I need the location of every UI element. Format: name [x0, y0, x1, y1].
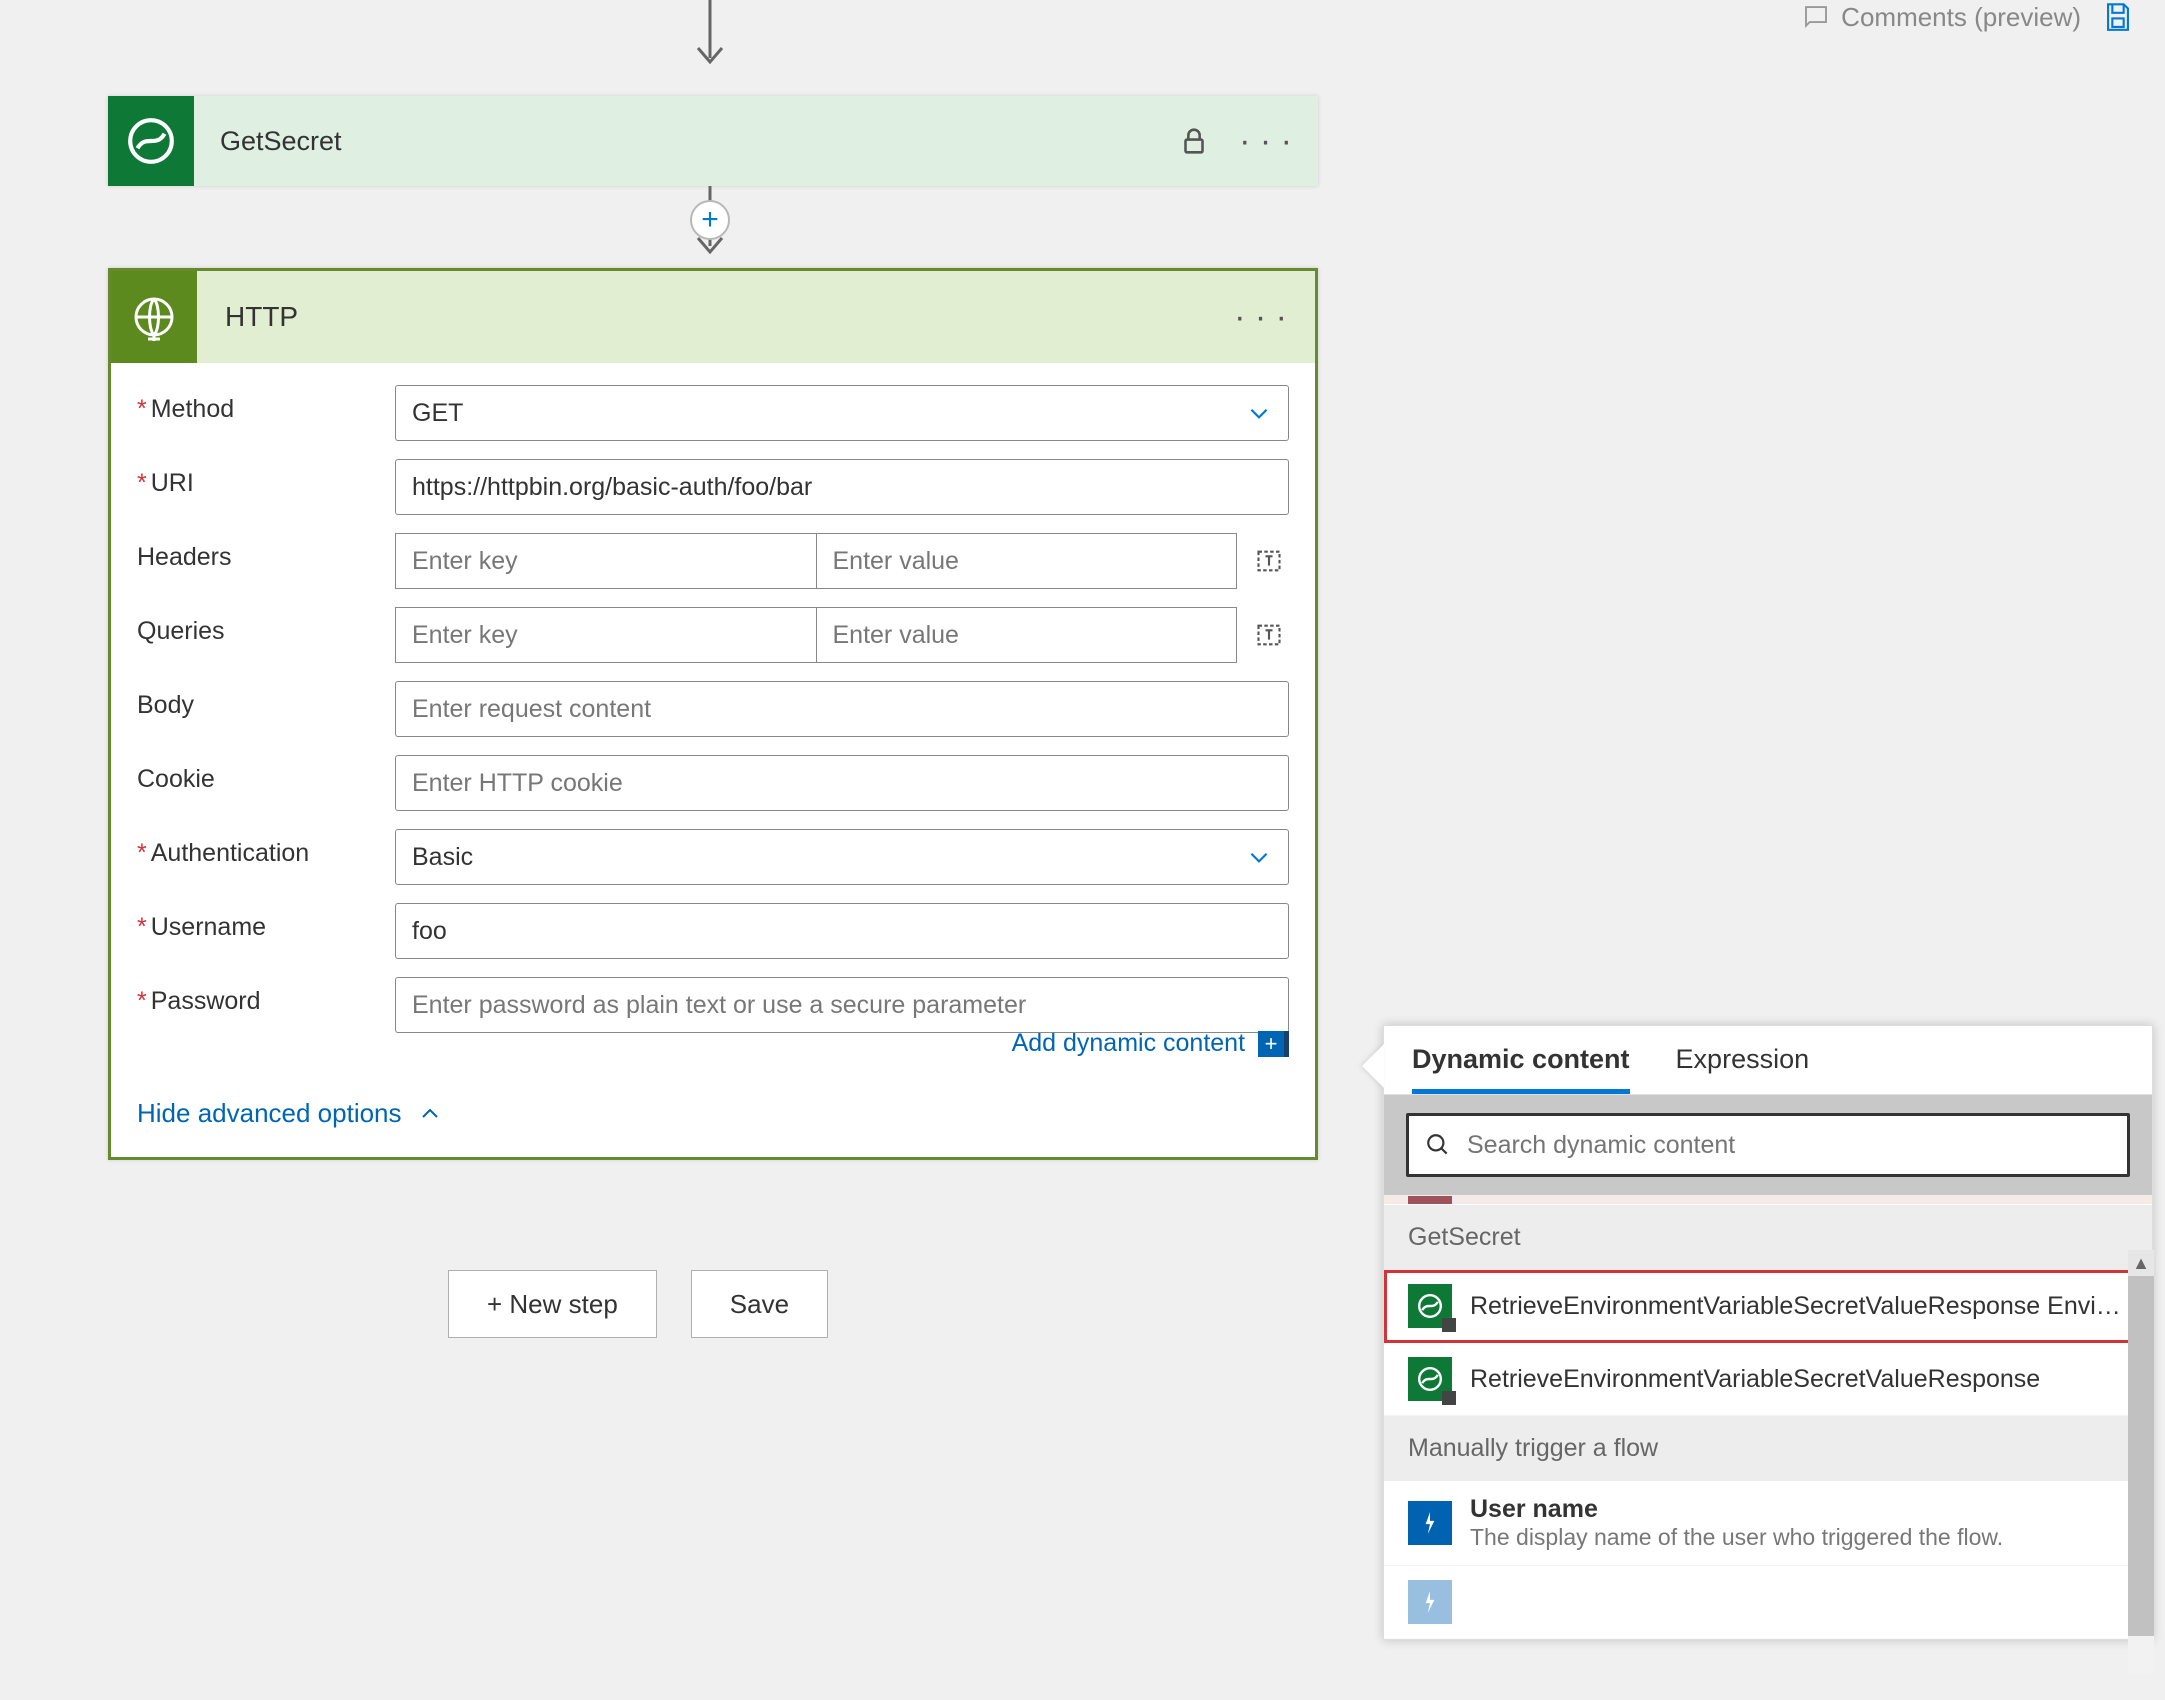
- flow-arrow-icon: [695, 0, 725, 80]
- body-input[interactable]: Enter request content: [395, 681, 1289, 737]
- username-input[interactable]: foo: [395, 903, 1289, 959]
- uri-input[interactable]: https://httpbin.org/basic-auth/foo/bar: [395, 459, 1289, 515]
- lock-icon: [1177, 124, 1211, 158]
- add-dynamic-plus-icon[interactable]: +: [1258, 1031, 1289, 1057]
- authentication-label: *Authentication: [137, 829, 385, 868]
- panel-pointer-icon: [1362, 1044, 1384, 1088]
- dynamic-item-retrieve-secret[interactable]: RetrieveEnvironmentVariableSecretValueRe…: [1384, 1343, 2152, 1416]
- queries-mode-toggle[interactable]: [1249, 615, 1289, 655]
- panel-scrollbar[interactable]: ▲: [2128, 1250, 2154, 1700]
- dynamic-content-panel: Dynamic content Expression GetSecret Ret…: [1383, 1025, 2153, 1640]
- flow-trigger-icon: [1408, 1580, 1452, 1624]
- section-header: Manually trigger a flow: [1384, 1416, 2152, 1481]
- headers-mode-toggle[interactable]: [1249, 541, 1289, 581]
- chevron-down-icon: [1246, 844, 1272, 870]
- uri-label: *URI: [137, 459, 385, 498]
- add-dynamic-content-link[interactable]: Add dynamic content: [1012, 1029, 1245, 1057]
- globe-icon: [111, 271, 197, 363]
- queries-value-input[interactable]: Enter value: [816, 607, 1238, 663]
- text-mode-icon: [1255, 547, 1283, 575]
- queries-label: Queries: [137, 607, 385, 646]
- headers-label: Headers: [137, 533, 385, 572]
- tab-expression[interactable]: Expression: [1676, 1044, 1810, 1094]
- new-step-button[interactable]: + New step: [448, 1270, 657, 1338]
- cookie-input[interactable]: Enter HTTP cookie: [395, 755, 1289, 811]
- card-title: GetSecret: [220, 126, 342, 157]
- dynamic-item-partial[interactable]: [1384, 1566, 2152, 1639]
- dataverse-icon: [108, 96, 194, 186]
- dataverse-icon: [1408, 1357, 1452, 1401]
- section-header: GetSecret: [1384, 1205, 2152, 1270]
- chevron-up-icon: [418, 1102, 442, 1126]
- headers-key-input[interactable]: Enter key: [395, 533, 816, 589]
- card-title: HTTP: [225, 301, 298, 333]
- queries-key-input[interactable]: Enter key: [395, 607, 816, 663]
- more-icon[interactable]: · · ·: [1239, 122, 1292, 161]
- method-select[interactable]: GET: [395, 385, 1289, 441]
- headers-value-input[interactable]: Enter value: [816, 533, 1238, 589]
- search-icon: [1425, 1132, 1451, 1158]
- body-label: Body: [137, 681, 385, 720]
- hide-advanced-toggle[interactable]: Hide advanced options: [137, 1088, 1289, 1129]
- dynamic-search-input[interactable]: [1406, 1113, 2130, 1177]
- dynamic-item-retrieve-secret-envi[interactable]: RetrieveEnvironmentVariableSecretValueRe…: [1384, 1270, 2152, 1343]
- http-card-header[interactable]: HTTP · · ·: [111, 271, 1315, 363]
- method-label: *Method: [137, 385, 385, 424]
- save-button[interactable]: Save: [691, 1270, 828, 1338]
- more-icon[interactable]: · · ·: [1234, 298, 1287, 337]
- dynamic-item-user-name[interactable]: User name The display name of the user w…: [1384, 1481, 2152, 1566]
- scroll-up-icon[interactable]: ▲: [2128, 1250, 2154, 1276]
- password-input[interactable]: Enter password as plain text or use a se…: [395, 977, 1289, 1033]
- dataverse-icon: [1408, 1284, 1452, 1328]
- flow-trigger-icon: [1408, 1501, 1452, 1545]
- username-label: *Username: [137, 903, 385, 942]
- tab-dynamic-content[interactable]: Dynamic content: [1412, 1044, 1630, 1094]
- authentication-select[interactable]: Basic: [395, 829, 1289, 885]
- add-step-button[interactable]: +: [690, 200, 730, 240]
- password-label: *Password: [137, 977, 385, 1016]
- getsecret-card[interactable]: GetSecret · · ·: [108, 96, 1318, 186]
- chevron-down-icon: [1246, 400, 1272, 426]
- cookie-label: Cookie: [137, 755, 385, 794]
- http-card: HTTP · · · *Method GET *URI https://http…: [108, 268, 1318, 1160]
- text-mode-icon: [1255, 621, 1283, 649]
